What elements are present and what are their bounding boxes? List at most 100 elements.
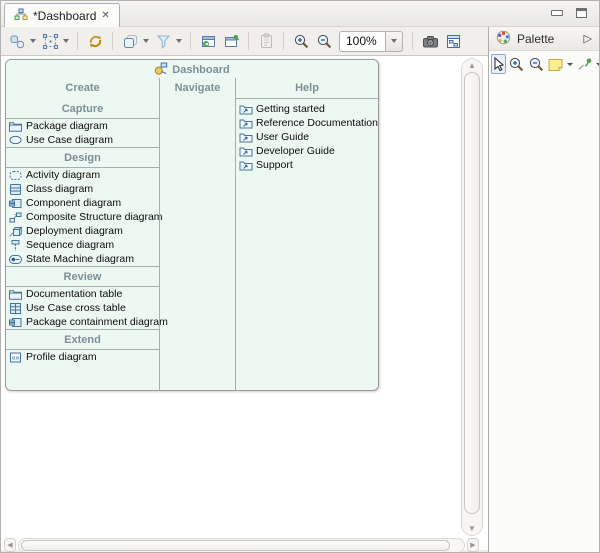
filter-content-button[interactable] [152,30,184,52]
dropdown-arrow-icon[interactable] [567,63,573,66]
show-diagram-button[interactable] [442,30,464,52]
create-column: Create CapturePackage diagramUse Case di… [6,78,159,390]
dashboard-item[interactable]: Use Case diagram [6,133,159,147]
minimize-icon[interactable] [551,10,563,16]
item-label: Support [256,159,293,171]
sequence-icon [8,240,23,251]
dashboard-item[interactable]: Package diagram [6,119,159,133]
zoom-in-tool[interactable] [507,54,526,74]
dashboard-item[interactable]: Activity diagram [6,168,159,182]
dashboard-item[interactable]: Documentation table [6,287,159,301]
dropdown-arrow-icon[interactable] [63,39,69,43]
item-label: Activity diagram [26,169,100,181]
dashboard-item[interactable]: Package containment diagram [6,315,159,329]
dashboard-icon [154,62,168,78]
dropdown-arrow-icon[interactable] [143,39,149,43]
dashboard-item[interactable]: Class diagram [6,182,159,196]
dashboard-item[interactable]: Support [236,158,378,172]
item-label: State Machine diagram [26,253,134,265]
snapshot-button[interactable] [419,30,441,52]
dashboard-item[interactable]: Composite Structure diagram [6,210,159,224]
statemachine-icon [8,254,23,265]
zoom-out-tool[interactable] [527,54,546,74]
zoom-in-icon [292,33,310,50]
note-icon [548,58,563,71]
svg-text:«»: «» [12,354,20,361]
component-icon [8,198,23,209]
dashboard-item[interactable]: Sequence diagram [6,238,159,252]
dashboard-item[interactable]: Developer Guide [236,144,378,158]
item-label: Component diagram [26,197,121,209]
filter-icon [154,33,172,50]
dashboard-item[interactable]: Reference Documentation [236,116,378,130]
select-tool[interactable] [491,54,506,74]
pin-window-button[interactable] [220,30,242,52]
zoom-out-button[interactable] [313,30,335,52]
shape-icon [121,33,139,50]
dashboard-item[interactable]: «»Profile diagram [6,350,159,364]
horizontal-scrollbar-thumb[interactable] [21,540,450,551]
note-tool[interactable] [547,54,564,74]
dashboard-item[interactable]: Getting started [236,102,378,116]
dropdown-arrow-icon[interactable] [30,39,36,43]
tab-dashboard[interactable]: *Dashboard ✕ [4,3,120,27]
chevron-right-icon[interactable]: ▷ [584,32,592,45]
item-label: Reference Documentation [256,117,378,129]
scroll-right-icon[interactable]: ▶ [467,538,479,552]
open-in-new-window-button[interactable] [197,30,219,52]
item-label: Developer Guide [256,145,335,157]
toolbar-separator [190,32,191,50]
help-column: Help Getting startedReference Documentat… [235,78,378,390]
close-icon[interactable]: ✕ [101,11,109,21]
horizontal-scrollbar-track[interactable] [18,538,465,553]
toolbar-separator [283,32,284,50]
maximize-icon[interactable] [576,8,587,18]
item-label: Package containment diagram [26,316,168,328]
dashboard-title-text: Dashboard [172,64,229,76]
create-column-header: Create [6,78,159,99]
palette-title: Palette [517,32,554,46]
activity-icon [8,170,23,181]
vertical-scrollbar[interactable]: ▲ ▼ [461,58,483,536]
section-header-capture: Capture [6,99,159,119]
select-marquee-button[interactable] [39,30,71,52]
dashboard-item[interactable]: State Machine diagram [6,252,159,266]
diagram-canvas[interactable]: Dashboard Create CapturePackage diagramU… [1,55,488,550]
scroll-up-icon[interactable]: ▲ [462,61,482,71]
folder-icon [8,121,23,132]
paste-button[interactable] [255,30,277,52]
sync-icon [86,33,104,50]
dashboard-item[interactable]: User Guide [236,130,378,144]
item-label: Getting started [256,103,325,115]
zoom-level-value[interactable]: 100% [339,31,385,52]
editor-tab-bar: *Dashboard ✕ [1,1,599,27]
diagram-tree-icon [14,8,28,24]
profile-icon: «» [8,352,23,363]
zoom-level-dropdown-button[interactable] [385,31,403,52]
display-elements-button[interactable] [6,30,38,52]
dashboard-item[interactable]: Deployment diagram [6,224,159,238]
zoom-out-icon [315,33,333,50]
palette-panel: Palette ▷ [488,27,599,552]
dashboard-item[interactable]: Component diagram [6,196,159,210]
shape-style-button[interactable] [119,30,151,52]
vertical-scrollbar-thumb[interactable] [464,72,480,514]
sync-with-model-button[interactable] [84,30,106,52]
zoom-out-icon [528,56,545,73]
zoom-in-button[interactable] [290,30,312,52]
dropdown-arrow-icon[interactable] [596,63,600,66]
horizontal-scrollbar[interactable]: ◀ ▶ [4,537,479,553]
dashboard-panel-title: Dashboard [6,60,378,78]
diagram-view-icon [444,33,462,50]
scroll-down-icon[interactable]: ▼ [462,524,482,534]
pin-link-icon [577,57,592,71]
toolbar-separator [77,32,78,50]
item-label: Class diagram [26,183,93,195]
palette-header: Palette ▷ [489,27,599,51]
dashboard-item[interactable]: Use Case cross table [6,301,159,315]
elements-icon [8,33,26,50]
help-folder-icon [238,160,253,171]
dropdown-arrow-icon[interactable] [176,39,182,43]
link-tool[interactable] [576,54,593,74]
scroll-left-icon[interactable]: ◀ [4,538,16,552]
